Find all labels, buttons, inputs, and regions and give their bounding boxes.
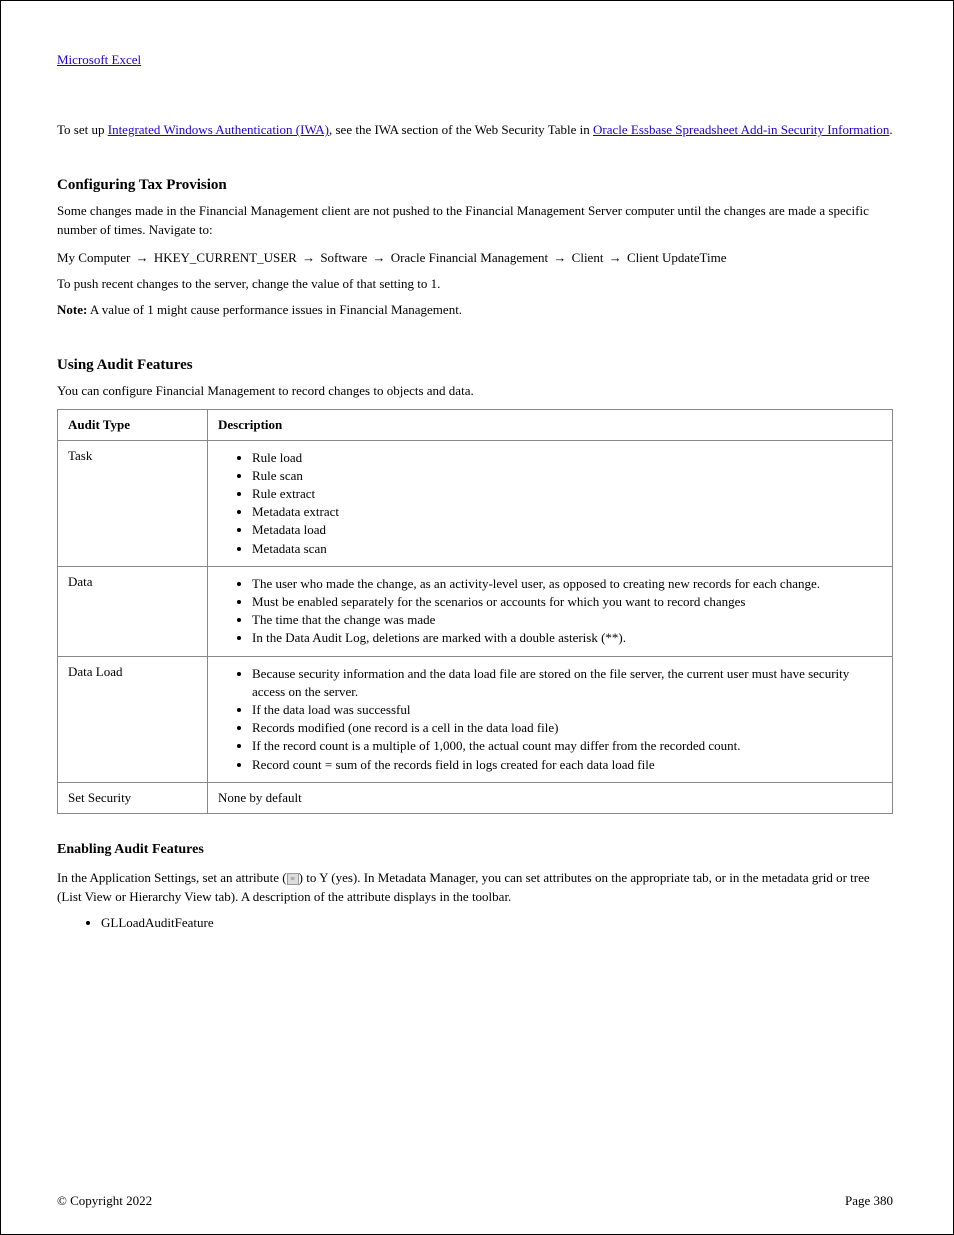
audit-desc-cell: Because security information and the dat…: [208, 656, 893, 782]
list-item: GLLoadAuditFeature: [101, 914, 893, 932]
list-item: Rule scan: [252, 467, 882, 485]
registry-path: My Computer → HKEY_CURRENT_USER → Softwa…: [57, 249, 893, 267]
config-note: Note: A value of 1 might cause performan…: [57, 301, 893, 319]
heading-enabling-audit: Enabling Audit Features: [57, 840, 893, 860]
list-item: In the Data Audit Log, deletions are mar…: [252, 629, 882, 647]
col-audit-type: Audit Type: [58, 409, 208, 440]
link-excel[interactable]: Microsoft Excel: [57, 52, 141, 67]
list-item: Metadata extract: [252, 503, 882, 521]
list-item: Rule load: [252, 449, 882, 467]
arrow-icon: →: [371, 249, 388, 267]
page-footer: © Copyright 2022 Page 380: [1, 1192, 953, 1210]
audit-intro: You can configure Financial Management t…: [57, 382, 893, 400]
audit-desc-cell: None by default: [208, 782, 893, 813]
list-item: Must be enabled separately for the scena…: [252, 593, 882, 611]
arrow-icon: →: [134, 249, 151, 267]
arrow-icon: →: [607, 249, 624, 267]
audit-type-cell: Set Security: [58, 782, 208, 813]
arrow-icon: →: [551, 249, 568, 267]
audit-desc-cell: The user who made the change, as an acti…: [208, 566, 893, 656]
table-row: Task Rule load Rule scan Rule extract Me…: [58, 440, 893, 566]
audit-type-cell: Task: [58, 440, 208, 566]
note-label: Note:: [57, 302, 87, 317]
list-item: If the record count is a multiple of 1,0…: [252, 737, 882, 755]
audit-table: Audit Type Description Task Rule load Ru…: [57, 409, 893, 814]
arrow-icon: →: [300, 249, 317, 267]
audit-type-cell: Data: [58, 566, 208, 656]
list-item: Record count = sum of the records field …: [252, 756, 882, 774]
audit-type-cell: Data Load: [58, 656, 208, 782]
table-row: Set Security None by default: [58, 782, 893, 813]
list-item: Rule extract: [252, 485, 882, 503]
audit-desc-cell: Rule load Rule scan Rule extract Metadat…: [208, 440, 893, 566]
table-row: Data Load Because security information a…: [58, 656, 893, 782]
link-iwa[interactable]: Integrated Windows Authentication (IWA): [108, 122, 329, 137]
list-item: Records modified (one record is a cell i…: [252, 719, 882, 737]
attribute-list: GLLoadAuditFeature: [57, 914, 893, 932]
list-item: If the data load was successful: [252, 701, 882, 719]
list-item: Metadata load: [252, 521, 882, 539]
col-description: Description: [208, 409, 893, 440]
list-item: Because security information and the dat…: [252, 665, 882, 701]
iwa-paragraph: To set up Integrated Windows Authenticat…: [57, 121, 893, 139]
top-links: Microsoft Excel To set up Integrated Win…: [57, 51, 893, 139]
list-item: The user who made the change, as an acti…: [252, 575, 882, 593]
link-oracle-security[interactable]: Oracle Essbase Spreadsheet Add-in Securi…: [593, 122, 889, 137]
attribute-icon: ≡: [287, 873, 299, 885]
list-item: The time that the change was made: [252, 611, 882, 629]
copyright: © Copyright 2022: [57, 1192, 152, 1210]
heading-configuring: Configuring Tax Provision: [57, 175, 893, 196]
table-row: Data The user who made the change, as an…: [58, 566, 893, 656]
enabling-paragraph: In the Application Settings, set an attr…: [57, 869, 893, 905]
config-paragraph-2: To push recent changes to the server, ch…: [57, 275, 893, 293]
config-paragraph-1: Some changes made in the Financial Manag…: [57, 202, 893, 238]
list-item: Metadata scan: [252, 540, 882, 558]
page-number: Page 380: [845, 1192, 893, 1210]
heading-audit: Using Audit Features: [57, 355, 893, 376]
